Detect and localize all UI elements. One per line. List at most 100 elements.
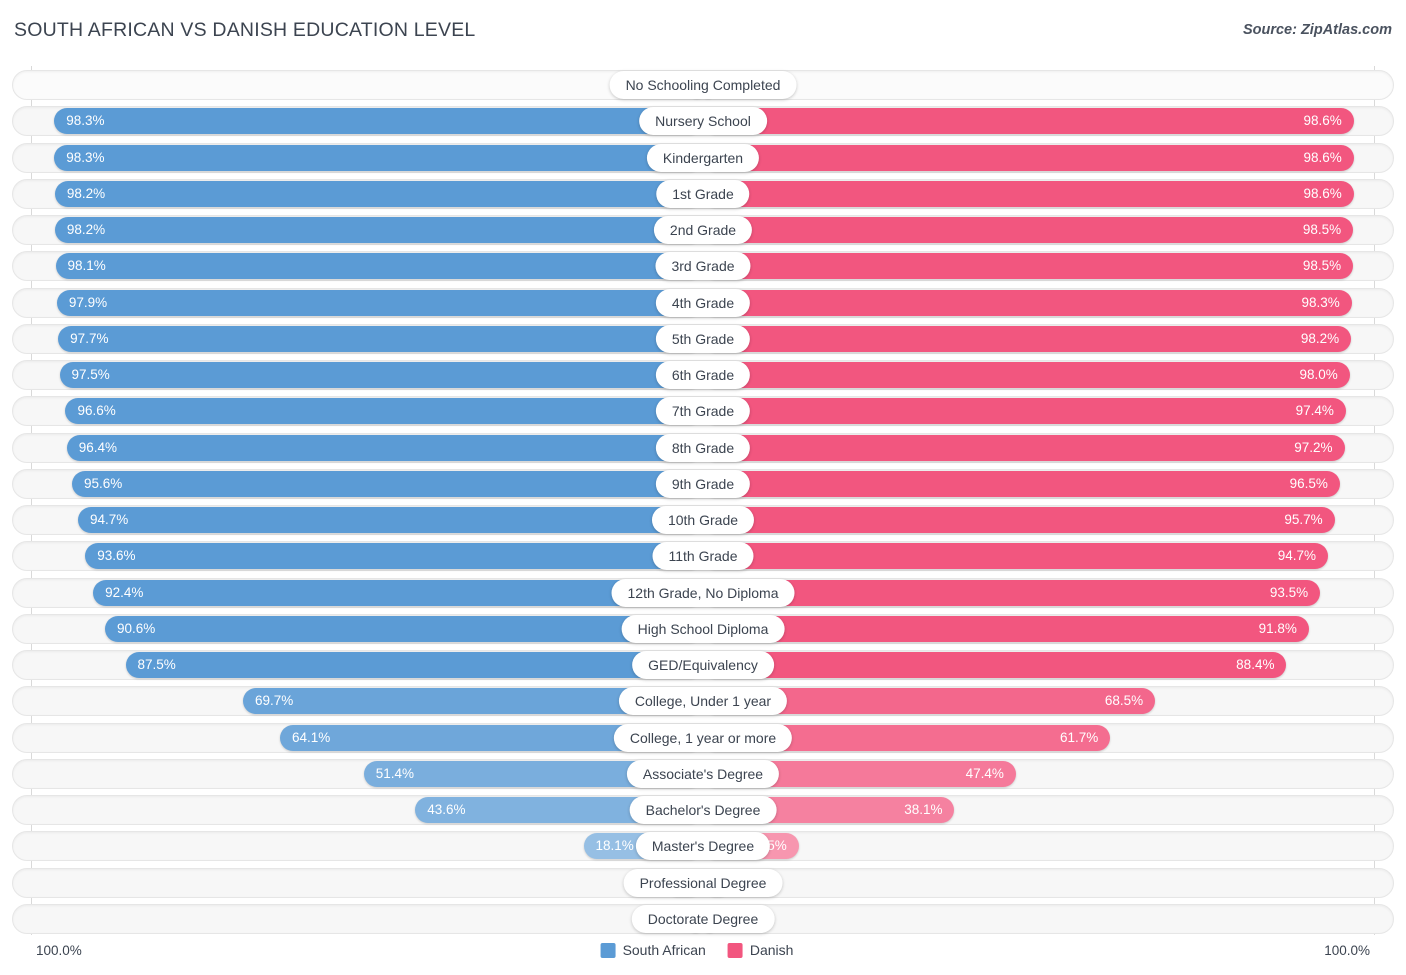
value-label-south-african: 18.1% <box>595 838 634 854</box>
legend-item[interactable]: Danish <box>727 942 794 958</box>
legend-label: South African <box>622 942 706 958</box>
bar-danish <box>703 434 1345 461</box>
category-label: 9th Grade <box>655 469 751 498</box>
chart-row: 98.1% 98.5% 3rd Grade <box>12 251 1394 282</box>
value-label-danish: 91.8% <box>1258 620 1297 636</box>
chart-row: 98.2% 98.6% 1st Grade <box>12 178 1394 209</box>
category-label: No Schooling Completed <box>609 71 797 99</box>
category-label: 11th Grade <box>652 542 754 571</box>
bar-south-african <box>58 325 703 352</box>
bar-danish <box>703 543 1329 570</box>
chart-header: SOUTH AFRICAN VS DANISH EDUCATION LEVEL … <box>0 0 1406 62</box>
value-label-danish: 98.5% <box>1302 258 1342 274</box>
value-label-danish: 68.5% <box>1104 693 1144 709</box>
chart-row: 96.4% 97.2% 8th Grade <box>12 432 1394 463</box>
value-label-danish: 98.3% <box>1301 294 1340 310</box>
chart-row: 92.4% 93.5% 12th Grade, No Diploma <box>12 577 1394 608</box>
bar-south-african <box>77 507 703 533</box>
value-label-danish: 61.7% <box>1059 729 1099 745</box>
value-label-south-african: 98.2% <box>66 185 106 201</box>
value-label-danish: 98.5% <box>1302 222 1342 237</box>
value-label-danish: 94.7% <box>1277 548 1317 564</box>
category-label: 10th Grade <box>651 506 755 534</box>
value-label-south-african: 98.3% <box>66 149 105 165</box>
chart-row: 43.6% 38.1% Bachelor's Degree <box>12 795 1394 825</box>
value-label-south-african: 96.6% <box>77 403 116 419</box>
bar-danish <box>703 180 1354 207</box>
bar-danish <box>703 217 1354 243</box>
value-label-south-african: 92.4% <box>105 584 144 600</box>
bar-south-african <box>125 652 703 678</box>
bar-danish <box>703 108 1354 135</box>
category-label: College, Under 1 year <box>618 687 788 716</box>
diverging-bar-chart: 1.8%1.5%No Schooling Completed 98.3% 98.6%… <box>0 62 1406 937</box>
value-label-south-african: 90.6% <box>117 620 156 636</box>
page-title: SOUTH AFRICAN VS DANISH EDUCATION LEVEL <box>14 19 476 41</box>
value-label-south-african: 51.4% <box>375 765 415 781</box>
bar-south-african <box>65 398 703 425</box>
chart-row: 96.6% 97.4% 7th Grade <box>12 396 1394 427</box>
value-label-danish: 98.0% <box>1299 367 1338 382</box>
value-label-south-african: 96.4% <box>78 439 118 455</box>
bar-danish <box>703 289 1352 316</box>
chart-row: 90.6% 91.8% High School Diploma <box>12 613 1394 644</box>
bar-danish <box>703 652 1287 678</box>
bar-south-african <box>105 615 703 642</box>
category-label: 3rd Grade <box>655 252 751 281</box>
value-label-south-african: 93.6% <box>97 548 136 564</box>
chart-row: 5.7%4.4%Professional Degree <box>12 867 1394 898</box>
category-label: 5th Grade <box>655 324 751 353</box>
value-label-danish: 95.7% <box>1284 512 1323 527</box>
bar-danish <box>703 470 1340 497</box>
chart-row: 98.3% 98.6% Nursery School <box>12 106 1394 137</box>
category-label: 6th Grade <box>655 361 751 389</box>
value-label-danish: 98.6% <box>1303 149 1342 165</box>
chart-row: 98.2% 98.5% 2nd Grade <box>12 215 1394 245</box>
bar-danish <box>703 144 1354 171</box>
category-label: Professional Degree <box>623 868 783 897</box>
value-label-south-african: 43.6% <box>427 802 466 817</box>
chart-row: 94.7% 95.7% 10th Grade <box>12 505 1394 535</box>
value-label-south-african: 97.9% <box>68 294 108 310</box>
bar-danish <box>703 325 1352 352</box>
source-label: Source: ZipAtlas.com <box>1242 22 1392 38</box>
chart-row: 64.1% 61.7% College, 1 year or more <box>12 722 1394 753</box>
bar-south-african <box>59 362 703 388</box>
axis-label-left: 100.0% <box>36 943 82 958</box>
chart-row: 87.5% 88.4% GED/Equivalency <box>12 650 1394 680</box>
bar-south-african <box>54 144 703 171</box>
bar-south-african <box>54 108 703 135</box>
category-label: Doctorate Degree <box>631 904 775 933</box>
category-label: 1st Grade <box>656 179 750 208</box>
category-label: GED/Equivalency <box>632 651 774 679</box>
chart-row: 51.4% 47.4% Associate's Degree <box>12 758 1394 789</box>
value-label-south-african: 98.2% <box>66 222 106 237</box>
value-label-south-african: 64.1% <box>291 729 331 745</box>
value-label-south-african: 98.1% <box>67 258 106 274</box>
chart-row: 98.3% 98.6% Kindergarten <box>12 142 1394 173</box>
chart-row: 95.6% 96.5% 9th Grade <box>12 468 1394 499</box>
value-label-danish: 38.1% <box>904 802 943 817</box>
value-label-south-african: 97.7% <box>70 330 109 346</box>
category-label: 4th Grade <box>655 288 751 317</box>
category-label: 2nd Grade <box>653 216 753 244</box>
value-label-danish: 98.2% <box>1300 330 1340 346</box>
value-label-south-african: 69.7% <box>254 693 294 709</box>
bar-south-african <box>55 253 703 280</box>
legend-label: Danish <box>749 942 794 958</box>
bar-south-african <box>72 470 703 497</box>
category-label: Kindergarten <box>646 143 760 172</box>
chart-legend: South African Danish <box>600 942 806 958</box>
value-label-south-african: 87.5% <box>137 657 176 672</box>
legend-swatch-icon <box>600 942 616 958</box>
chart-row: 93.6% 94.7% 11th Grade <box>12 541 1394 572</box>
category-label: 12th Grade, No Diploma <box>611 578 795 607</box>
bar-danish <box>703 253 1354 280</box>
category-label: College, 1 year or more <box>613 723 793 752</box>
legend-item[interactable]: South African <box>600 942 706 958</box>
chart-row: 97.9% 98.3% 4th Grade <box>12 287 1394 318</box>
chart-row: 97.5% 98.0% 6th Grade <box>12 360 1394 390</box>
value-label-south-african: 97.5% <box>71 367 110 382</box>
bar-danish <box>703 615 1309 642</box>
category-label: Master's Degree <box>635 832 771 861</box>
